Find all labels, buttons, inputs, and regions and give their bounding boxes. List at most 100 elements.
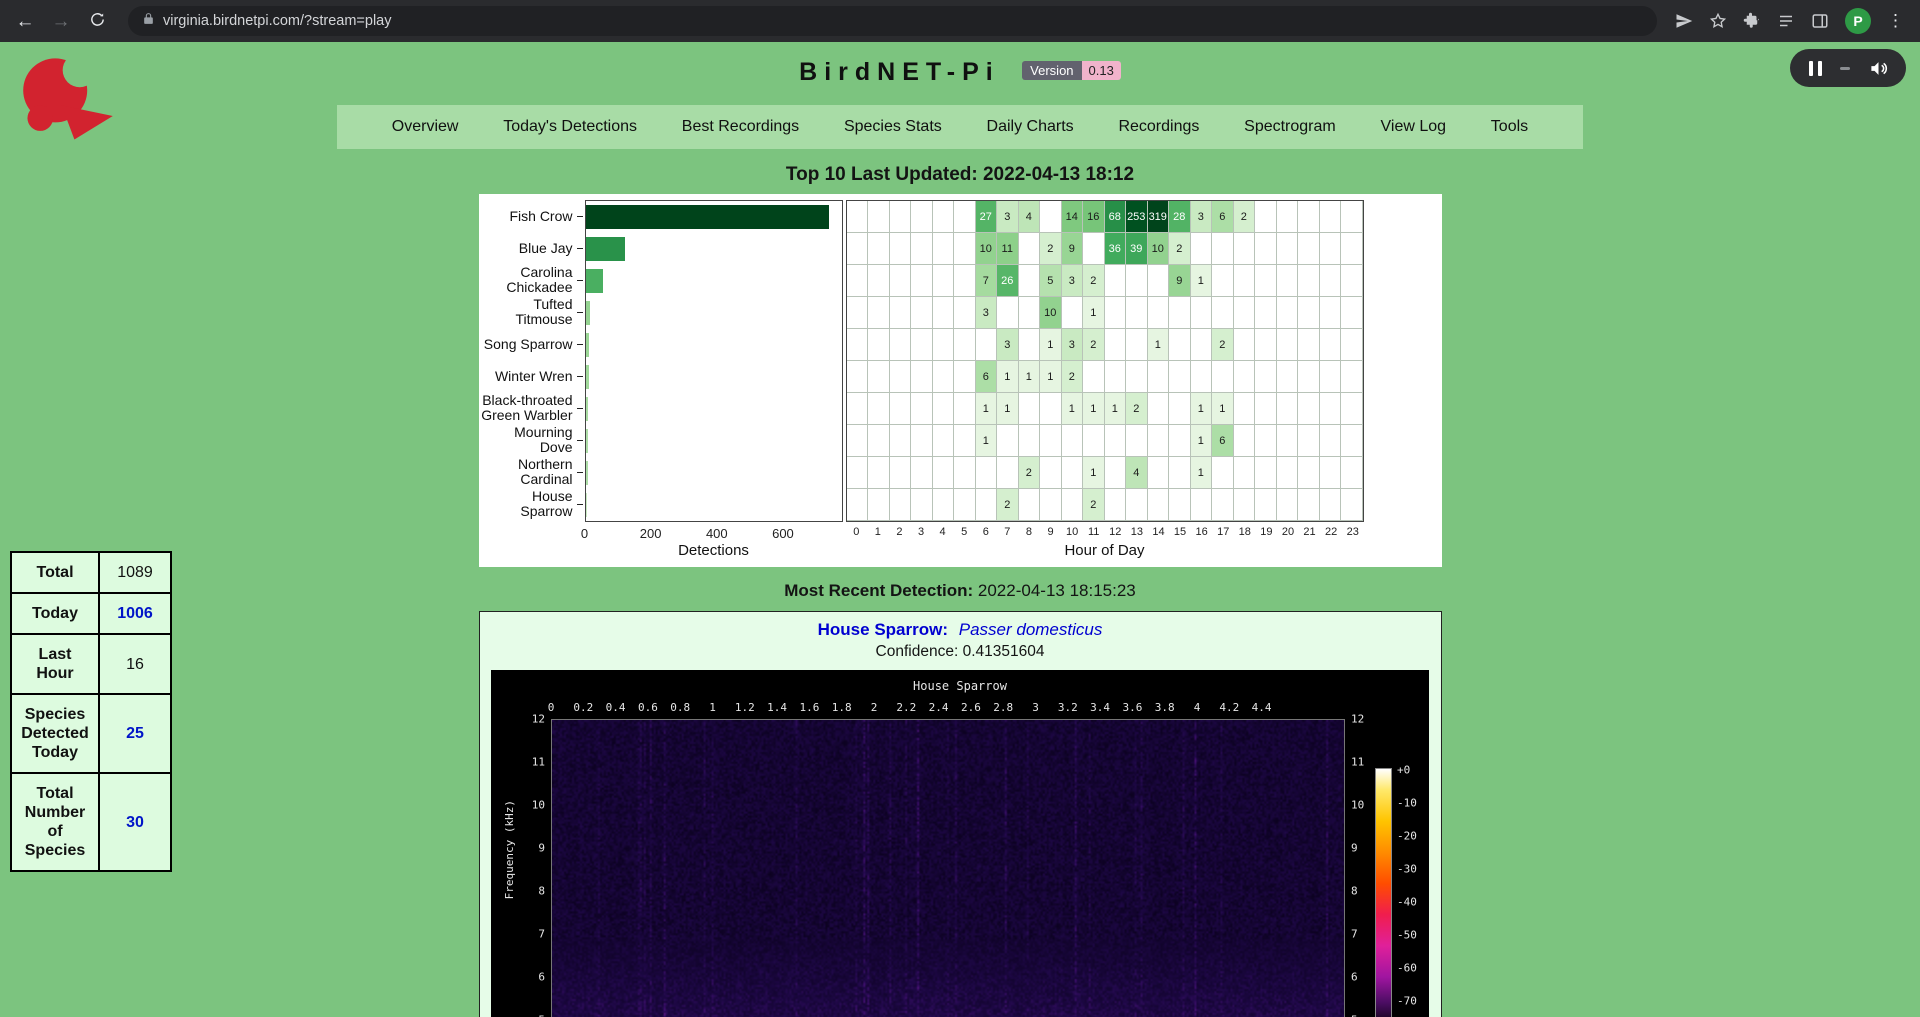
heatmap-cell (1320, 329, 1342, 361)
nav-item-overview[interactable]: Overview (392, 118, 459, 136)
nav-item-spectrogram[interactable]: Spectrogram (1244, 118, 1336, 136)
profile-avatar[interactable]: P (1845, 8, 1871, 34)
hour-tick-label: 2 (889, 522, 911, 542)
bar-row (586, 297, 842, 329)
heatmap-cell (911, 265, 933, 297)
heatmap-cell: 9 (1169, 265, 1191, 297)
heatmap-cell (954, 265, 976, 297)
nav-bar: Overview Today's Detections Best Recording… (337, 105, 1583, 149)
heatmap-cell: 3 (1062, 265, 1084, 297)
detections-bar (586, 333, 590, 357)
heatmap-cell: 11 (997, 233, 1019, 265)
heatmap-cell (847, 393, 869, 425)
hour-tick-label: 12 (1105, 522, 1127, 542)
heatmap-cell: 2 (1083, 329, 1105, 361)
hour-tick-label: 11 (1083, 522, 1105, 542)
nav-item-today-s-detections[interactable]: Today's Detections (503, 118, 637, 136)
colorbar-tick: -70 (1397, 995, 1417, 1008)
nav-item-daily-charts[interactable]: Daily Charts (987, 118, 1074, 136)
heatmap-cell: 1 (976, 393, 998, 425)
stat-value[interactable]: 25 (99, 694, 171, 773)
heatmap-cell (911, 425, 933, 457)
colorbar-tick: -10 (1397, 797, 1417, 810)
menu-kebab-icon[interactable]: ⋮ (1887, 11, 1904, 31)
heatmap-cell (1277, 233, 1299, 265)
seek-bar[interactable] (1840, 67, 1850, 70)
heatmap-cell (868, 297, 890, 329)
heatmap-cell (1191, 233, 1213, 265)
heatmap-cell (1298, 457, 1320, 489)
detection-title: House Sparrow: Passer domesticus (480, 620, 1441, 640)
heatmap-cell (933, 201, 955, 233)
heatmap-cell (1320, 201, 1342, 233)
heatmap-cell (1019, 265, 1041, 297)
url-bar[interactable]: virginia.birdnetpi.com/?stream=play (128, 6, 1657, 36)
x-tick-label: 400 (706, 526, 728, 541)
side-panel-icon[interactable] (1811, 12, 1829, 30)
spec-y-tick: 9 (1351, 842, 1358, 855)
heatmap-cell: 4 (1126, 457, 1148, 489)
stat-value[interactable]: 30 (99, 773, 171, 871)
heatmap-cell: 14 (1062, 201, 1084, 233)
hour-tick-label: 13 (1126, 522, 1148, 542)
heatmap-cell (954, 393, 976, 425)
species-label: House Sparrow (479, 488, 585, 520)
heatmap-cell (1255, 201, 1277, 233)
nav-item-best-recordings[interactable]: Best Recordings (682, 118, 799, 136)
stat-label: Today (11, 593, 99, 634)
bar-row (586, 489, 842, 521)
heatmap-cell (890, 489, 912, 521)
reading-list-icon[interactable] (1777, 12, 1795, 30)
stat-value: 1089 (99, 552, 171, 593)
nav-item-recordings[interactable]: Recordings (1118, 118, 1199, 136)
extensions-icon[interactable] (1743, 12, 1761, 30)
forward-icon[interactable]: → (48, 12, 74, 31)
send-icon[interactable] (1675, 12, 1693, 30)
heatmap-cell (1169, 361, 1191, 393)
reload-icon[interactable] (84, 11, 110, 32)
heatmap-cell: 3 (976, 297, 998, 329)
back-icon[interactable]: ← (12, 12, 38, 31)
heatmap-cell: 6 (1212, 425, 1234, 457)
stats-row: Today1006 (11, 593, 171, 634)
heatmap-cell (1341, 489, 1363, 521)
audio-player[interactable] (1790, 49, 1906, 87)
detections-bar (586, 205, 830, 229)
hour-ticks: 01234567891011121314151617181920212223 (846, 522, 1364, 542)
volume-icon[interactable] (1869, 59, 1888, 78)
browser-chrome: ← → virginia.birdnetpi.com/?stream=play … (0, 0, 1920, 42)
heatmap-cell (1277, 297, 1299, 329)
heatmap-cell: 10 (976, 233, 998, 265)
heatmap-cell (1255, 489, 1277, 521)
heatmap-cell (1083, 425, 1105, 457)
confidence-value: 0.41351604 (963, 643, 1045, 660)
spec-y-tick: 11 (532, 756, 545, 769)
heatmap-cell (954, 425, 976, 457)
bookmark-star-icon[interactable] (1709, 12, 1727, 30)
spectrogram-colorbar (1375, 768, 1392, 1017)
heatmap-cell (1148, 393, 1170, 425)
heatmap-cell (1126, 425, 1148, 457)
spec-y-tick: 7 (1351, 928, 1358, 941)
birdnet-logo[interactable] (12, 52, 124, 153)
heatmap-cell: 2 (1083, 489, 1105, 521)
stat-label: Total Number of Species (11, 773, 99, 871)
top10-heading-label: Top 10 Last Updated: (786, 164, 978, 185)
hour-tick-label: 14 (1148, 522, 1170, 542)
heatmap-cell (1277, 393, 1299, 425)
stat-value[interactable]: 1006 (99, 593, 171, 634)
heatmap-cell (847, 265, 869, 297)
spec-yticks-right: 12111098765 (1351, 670, 1377, 1017)
heatmap-cell (1341, 329, 1363, 361)
heatmap-cell (1212, 265, 1234, 297)
heatmap-cell (1298, 329, 1320, 361)
nav-item-view-log[interactable]: View Log (1381, 118, 1447, 136)
heatmap-cell (1126, 297, 1148, 329)
hour-tick-label: 7 (997, 522, 1019, 542)
nav-item-species-stats[interactable]: Species Stats (844, 118, 942, 136)
stats-table: Total1089Today1006Last Hour16Species Det… (10, 551, 172, 872)
heatmap-cell (1062, 489, 1084, 521)
nav-item-tools[interactable]: Tools (1491, 118, 1528, 136)
heatmap-cell: 1 (1105, 393, 1127, 425)
pause-icon[interactable] (1809, 61, 1822, 76)
